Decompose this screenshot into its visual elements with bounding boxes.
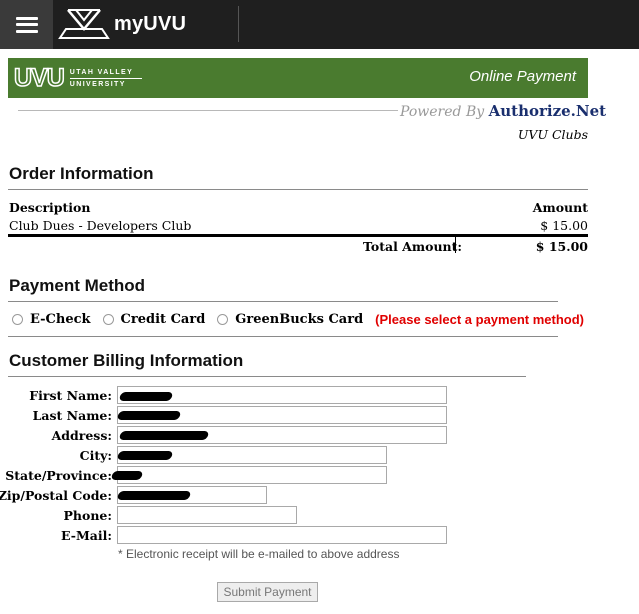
last-name-label: Last Name:	[33, 408, 112, 423]
billing-rule	[8, 376, 526, 377]
echeck-label: E-Check	[30, 312, 91, 327]
greenbucks-label: GreenBucks Card	[235, 312, 363, 327]
payment-rule-bottom	[8, 336, 558, 337]
redaction-mark	[111, 471, 143, 480]
email-field[interactable]	[117, 526, 447, 544]
order-col-amount: Amount	[533, 200, 588, 215]
uvu-banner: UVU UTAH VALLEY UNIVERSITY Online Paymen…	[8, 58, 588, 98]
uvu-logo-mark: UVU	[14, 64, 64, 92]
powered-by-prefix: Powered By	[400, 104, 484, 120]
powered-by-rule	[18, 110, 398, 111]
order-item-amount: $ 15.00	[540, 218, 588, 233]
order-col-description: Description	[9, 200, 90, 215]
phone-label: Phone:	[64, 508, 112, 523]
payment-option-credit-card[interactable]: Credit Card	[103, 312, 206, 327]
payment-option-echeck[interactable]: E-Check	[12, 312, 91, 327]
myuvu-logo-icon	[58, 7, 110, 41]
echeck-radio[interactable]	[12, 314, 23, 325]
merchant-name: UVU Clubs	[518, 127, 588, 142]
uvu-logo-line1: UTAH VALLEY	[70, 69, 133, 76]
submit-payment-button[interactable]: Submit Payment	[217, 582, 318, 602]
state-province-field[interactable]	[117, 466, 387, 484]
authorize-net-logo: Authorize.Net	[489, 102, 606, 120]
order-total-separator	[455, 237, 456, 253]
brand-name: myUVU	[114, 13, 186, 36]
receipt-note: * Electronic receipt will be e-mailed to…	[118, 547, 399, 561]
order-total-value: $ 15.00	[536, 239, 588, 254]
credit-card-radio[interactable]	[103, 314, 114, 325]
payment-rule	[8, 301, 558, 302]
redaction-mark	[117, 451, 173, 460]
brand-home-link[interactable]: myUVU	[58, 6, 186, 42]
order-total-label: Total Amount:	[363, 239, 462, 254]
payment-method-warning: (Please select a payment method)	[375, 312, 584, 327]
phone-field[interactable]	[117, 506, 297, 524]
powered-by: Powered By Authorize.Net	[400, 102, 606, 120]
order-heading: Order Information	[9, 164, 154, 184]
redaction-mark	[117, 411, 181, 420]
address-label: Address:	[52, 428, 112, 443]
payment-options: E-Check Credit Card GreenBucks Card (Ple…	[12, 312, 584, 327]
zip-code-label: Zip/Postal Code:	[0, 488, 112, 503]
uvu-logo-line2: UNIVERSITY	[70, 81, 126, 88]
redaction-mark	[119, 431, 209, 440]
redaction-mark	[117, 491, 191, 500]
uvu-logo: UVU UTAH VALLEY UNIVERSITY	[14, 64, 142, 92]
menu-button[interactable]	[0, 0, 53, 49]
billing-heading: Customer Billing Information	[9, 351, 243, 371]
credit-card-label: Credit Card	[121, 312, 206, 327]
state-province-label: State/Province:	[5, 468, 112, 483]
order-total-rule	[8, 234, 588, 237]
city-label: City:	[80, 448, 112, 463]
email-label: E-Mail:	[61, 528, 112, 543]
order-rule	[8, 189, 588, 190]
order-item-description: Club Dues - Developers Club	[9, 218, 191, 233]
redaction-mark	[119, 392, 173, 401]
payment-heading: Payment Method	[9, 276, 145, 296]
first-name-label: First Name:	[29, 388, 112, 403]
payment-option-greenbucks[interactable]: GreenBucks Card	[217, 312, 363, 327]
banner-title: Online Payment	[469, 68, 576, 85]
divider	[238, 6, 239, 42]
greenbucks-radio[interactable]	[217, 314, 228, 325]
hamburger-icon	[16, 17, 38, 33]
top-app-bar: myUVU	[0, 0, 639, 49]
